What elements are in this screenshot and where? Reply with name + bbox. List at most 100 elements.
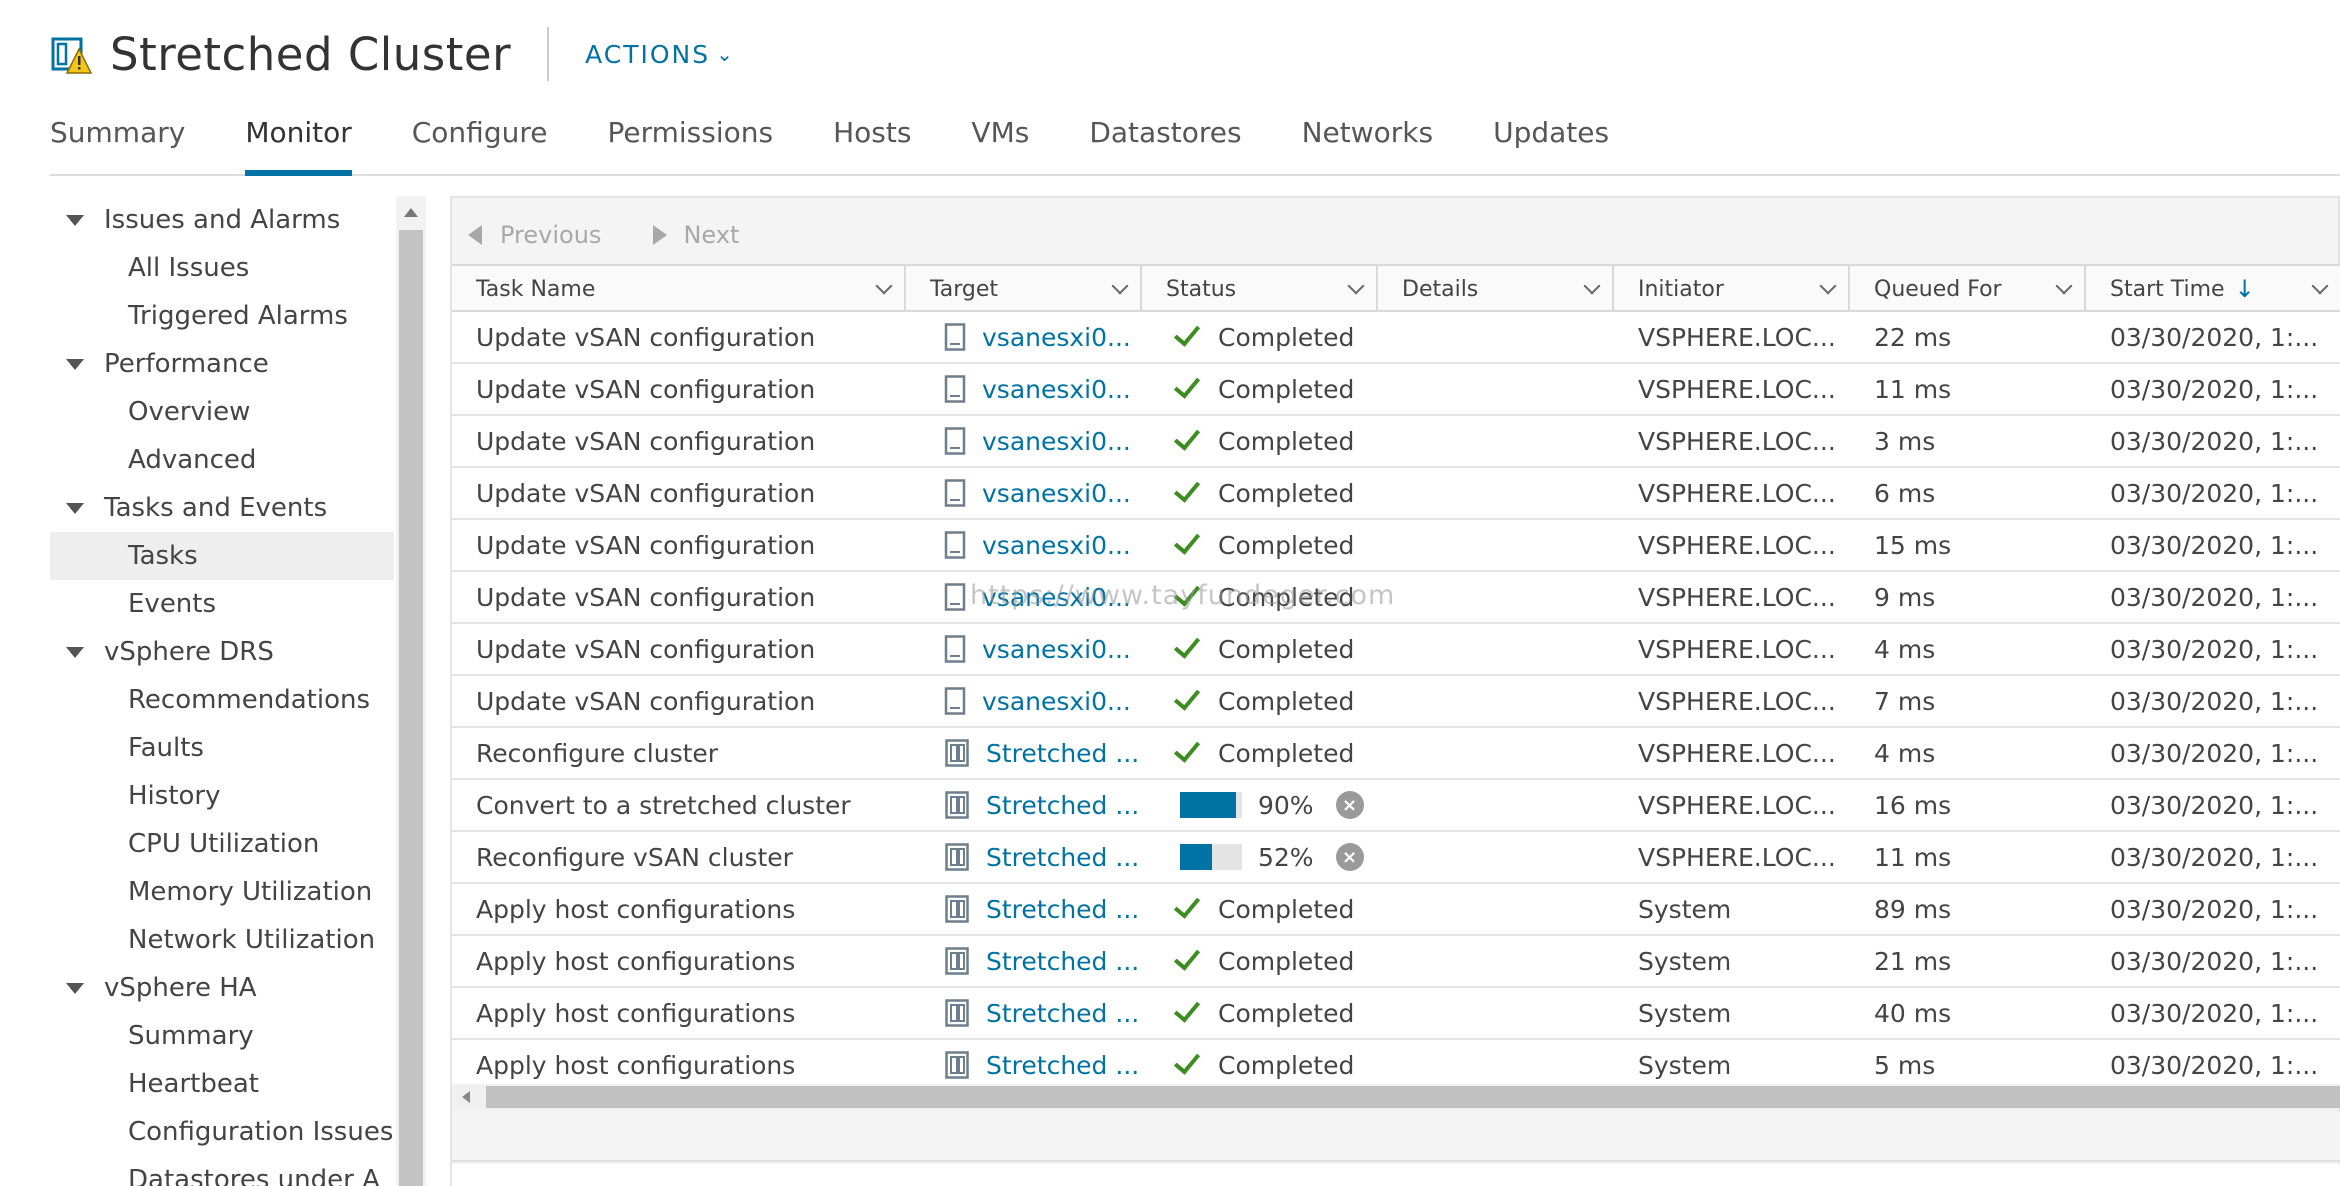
grid-scrollbar-thumb[interactable] (486, 1086, 2340, 1108)
table-row[interactable]: Apply host configurations Stretched ... Co… (452, 884, 2340, 936)
next-button[interactable]: Next (683, 221, 739, 249)
target-link[interactable]: vsanesxi0... (906, 415, 1142, 467)
table-row[interactable]: Update vSAN configuration vsanesxi0... Com… (452, 312, 2340, 364)
caret-down-icon[interactable] (66, 982, 84, 994)
column-header-details[interactable]: Details (1378, 266, 1614, 312)
cancel-task-icon[interactable]: × (1335, 791, 1364, 819)
caret-down-icon[interactable] (66, 502, 84, 514)
nav-item-triggered-alarms[interactable]: Triggered Alarms (50, 292, 394, 340)
tab-hosts[interactable]: Hosts (833, 110, 911, 174)
column-menu-chevron-icon[interactable] (875, 277, 893, 295)
table-row[interactable]: Apply host configurations Stretched ... Co… (452, 1040, 2340, 1084)
table-row[interactable]: Apply host configurations Stretched ... Co… (452, 936, 2340, 988)
target-label[interactable]: vsanesxi0... (982, 323, 1131, 352)
nav-item-datastores-under-a[interactable]: Datastores under A (50, 1156, 394, 1186)
nav-item-network-utilization[interactable]: Network Utilization (50, 916, 394, 964)
previous-button[interactable]: Previous (500, 221, 601, 249)
column-header-target[interactable]: Target (906, 266, 1142, 312)
nav-item-recommendations[interactable]: Recommendations (50, 676, 394, 724)
target-label[interactable]: Stretched ... (986, 999, 1139, 1028)
caret-down-icon[interactable] (66, 646, 84, 658)
nav-item-all-issues[interactable]: All Issues (50, 244, 394, 292)
target-link[interactable]: vsanesxi0... (906, 623, 1142, 675)
nav-item-overview[interactable]: Overview (50, 388, 394, 436)
target-label[interactable]: vsanesxi0... (982, 583, 1131, 612)
target-label[interactable]: Stretched ... (986, 843, 1139, 872)
column-menu-chevron-icon[interactable] (2055, 277, 2073, 295)
column-menu-chevron-icon[interactable] (2311, 277, 2329, 295)
target-label[interactable]: vsanesxi0... (982, 479, 1131, 508)
nav-group-performance[interactable]: Performance (50, 340, 394, 388)
target-link[interactable]: vsanesxi0... (906, 467, 1142, 519)
nav-group-vsphere-ha[interactable]: vSphere HA (50, 964, 394, 1012)
tab-datastores[interactable]: Datastores (1089, 110, 1241, 174)
column-header-queued-for[interactable]: Queued For (1850, 266, 2086, 312)
target-link[interactable]: vsanesxi0... (906, 571, 1142, 623)
target-label[interactable]: vsanesxi0... (982, 635, 1131, 664)
target-label[interactable]: Stretched ... (986, 739, 1139, 768)
nav-item-advanced[interactable]: Advanced (50, 436, 394, 484)
column-header-status[interactable]: Status (1142, 266, 1378, 312)
target-label[interactable]: Stretched ... (986, 895, 1139, 924)
cancel-task-icon[interactable]: × (1335, 843, 1364, 871)
scroll-up-icon[interactable] (404, 208, 418, 217)
column-menu-chevron-icon[interactable] (1583, 277, 1601, 295)
table-row[interactable]: Reconfigure vSAN cluster Stretched ... 52%… (452, 832, 2340, 884)
target-link[interactable]: Stretched ... (906, 779, 1142, 831)
nav-group-tasks-and-events[interactable]: Tasks and Events (50, 484, 394, 532)
table-row[interactable]: Reconfigure cluster Stretched ... Complete… (452, 728, 2340, 780)
target-link[interactable]: Stretched ... (906, 727, 1142, 779)
column-header-initiator[interactable]: Initiator (1614, 266, 1850, 312)
table-row[interactable]: Convert to a stretched cluster Stretched … (452, 780, 2340, 832)
tab-configure[interactable]: Configure (412, 110, 548, 174)
tab-updates[interactable]: Updates (1493, 110, 1609, 174)
tab-vms[interactable]: VMs (971, 110, 1029, 174)
column-header-start-time[interactable]: Start Time ↓ (2086, 266, 2340, 312)
table-row[interactable]: Update vSAN configuration vsanesxi0... Com… (452, 676, 2340, 728)
table-row[interactable]: Update vSAN configuration vsanesxi0... Com… (452, 624, 2340, 676)
target-link[interactable]: vsanesxi0... (906, 519, 1142, 571)
tab-permissions[interactable]: Permissions (607, 110, 773, 174)
tab-monitor[interactable]: Monitor (245, 110, 353, 176)
column-menu-chevron-icon[interactable] (1111, 277, 1129, 295)
table-row[interactable]: Update vSAN configuration vsanesxi0... Com… (452, 520, 2340, 572)
nav-item-summary[interactable]: Summary (50, 1012, 394, 1060)
target-link[interactable]: Stretched ... (906, 1039, 1142, 1084)
nav-item-memory-utilization[interactable]: Memory Utilization (50, 868, 394, 916)
nav-item-configuration-issues[interactable]: Configuration Issues (50, 1108, 394, 1156)
column-menu-chevron-icon[interactable] (1819, 277, 1837, 295)
nav-item-heartbeat[interactable]: Heartbeat (50, 1060, 394, 1108)
column-header-task-name[interactable]: Task Name (452, 266, 906, 312)
nav-scrollbar-thumb[interactable] (399, 230, 423, 1186)
nav-item-events[interactable]: Events (50, 580, 394, 628)
nav-item-faults[interactable]: Faults (50, 724, 394, 772)
caret-down-icon[interactable] (66, 214, 84, 226)
table-row[interactable]: Update vSAN configuration vsanesxi0... Com… (452, 364, 2340, 416)
target-label[interactable]: Stretched ... (986, 947, 1139, 976)
target-link[interactable]: Stretched ... (906, 883, 1142, 935)
target-label[interactable]: vsanesxi0... (982, 375, 1131, 404)
tab-summary[interactable]: Summary (50, 110, 185, 174)
target-label[interactable]: vsanesxi0... (982, 531, 1131, 560)
scroll-left-icon[interactable] (462, 1091, 470, 1103)
target-label[interactable]: Stretched ... (986, 791, 1139, 820)
sort-descending-icon[interactable]: ↓ (2235, 275, 2255, 303)
target-link[interactable]: vsanesxi0... (906, 675, 1142, 727)
target-label[interactable]: vsanesxi0... (982, 427, 1131, 456)
nav-item-history[interactable]: History (50, 772, 394, 820)
nav-item-cpu-utilization[interactable]: CPU Utilization (50, 820, 394, 868)
nav-group-vsphere-drs[interactable]: vSphere DRS (50, 628, 394, 676)
column-menu-chevron-icon[interactable] (1347, 277, 1365, 295)
nav-group-issues-and-alarms[interactable]: Issues and Alarms (50, 196, 394, 244)
target-link[interactable]: Stretched ... (906, 935, 1142, 987)
nav-item-tasks[interactable]: Tasks (50, 532, 394, 580)
table-row[interactable]: Apply host configurations Stretched ... Co… (452, 988, 2340, 1040)
target-link[interactable]: Stretched ... (906, 987, 1142, 1039)
table-row[interactable]: Update vSAN configuration vsanesxi0... Com… (452, 416, 2340, 468)
grid-horizontal-scrollbar[interactable] (452, 1084, 2340, 1110)
tab-networks[interactable]: Networks (1302, 110, 1434, 174)
target-link[interactable]: Stretched ... (906, 831, 1142, 883)
target-link[interactable]: vsanesxi0... (906, 363, 1142, 415)
caret-down-icon[interactable] (66, 358, 84, 370)
table-row[interactable]: Update vSAN configuration vsanesxi0... Com… (452, 572, 2340, 624)
